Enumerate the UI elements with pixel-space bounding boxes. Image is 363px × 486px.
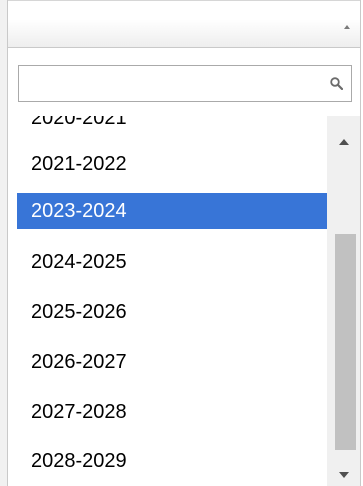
background-edge — [0, 0, 7, 486]
options-list-viewport: 2020-2021 2021-2022 2023-2024 2024-2025 … — [8, 116, 360, 486]
search-container — [8, 48, 360, 116]
list-item-selected[interactable]: 2023-2024 — [17, 193, 327, 229]
page: 2020-2021 2021-2022 2023-2024 2024-2025 … — [0, 0, 363, 486]
list-item[interactable]: 2021-2022 — [17, 146, 327, 182]
scroll-up-button[interactable] — [327, 132, 360, 154]
scroll-down-button[interactable] — [327, 464, 360, 486]
search-input[interactable] — [18, 65, 352, 102]
list-item[interactable]: 2027-2028 — [17, 394, 327, 430]
list-item[interactable]: 2028-2029 — [17, 443, 327, 479]
scrollbar[interactable] — [327, 116, 360, 486]
triangle-up-icon — [344, 25, 350, 29]
scrollbar-thumb[interactable] — [335, 234, 356, 450]
select-toggle[interactable] — [8, 0, 360, 48]
list-item[interactable]: 2024-2025 — [17, 244, 327, 280]
list-item[interactable]: 2026-2027 — [17, 344, 327, 380]
search-icon — [330, 77, 343, 90]
list-item[interactable]: 2020-2021 — [17, 116, 327, 136]
year-select-dropdown: 2020-2021 2021-2022 2023-2024 2024-2025 … — [7, 0, 361, 486]
options-list: 2020-2021 2021-2022 2023-2024 2024-2025 … — [17, 116, 327, 486]
list-item[interactable]: 2025-2026 — [17, 294, 327, 330]
